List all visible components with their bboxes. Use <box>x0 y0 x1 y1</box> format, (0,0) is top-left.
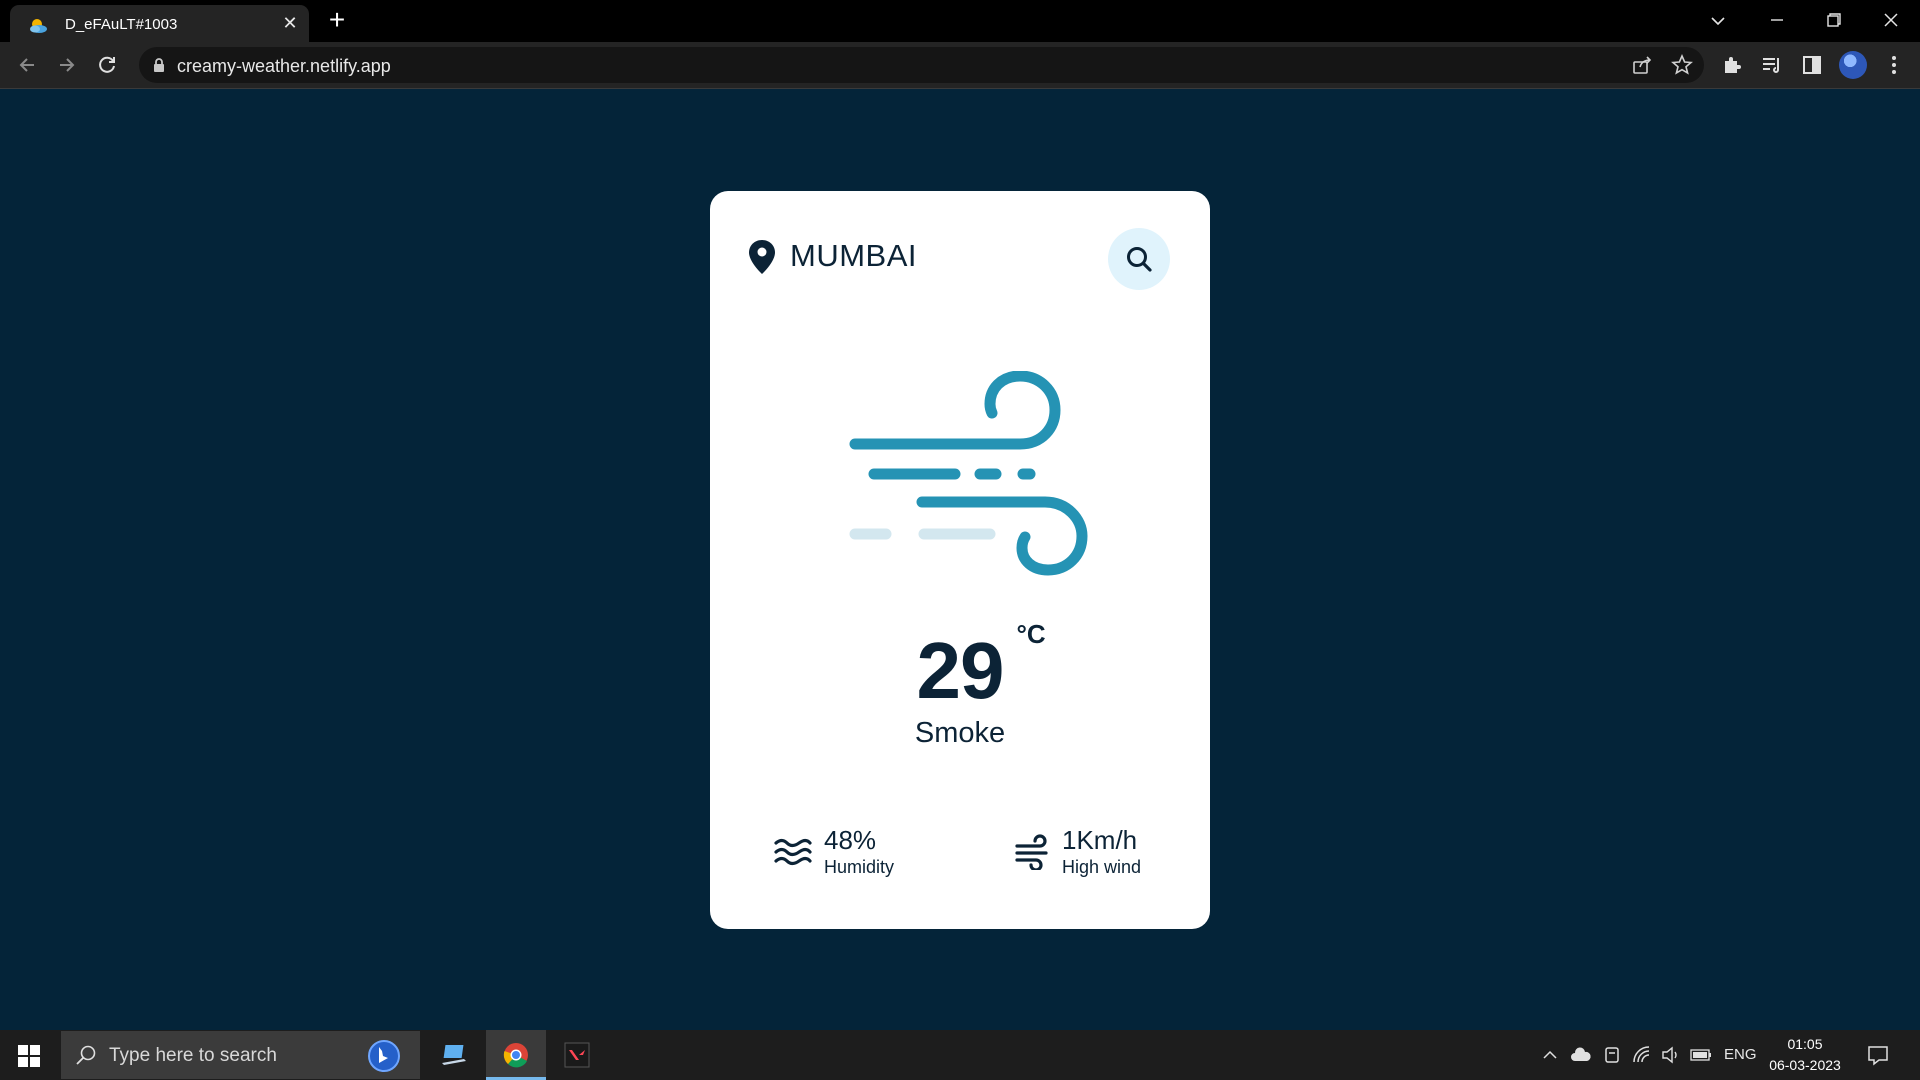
wind-value: 1Km/h <box>1062 825 1138 855</box>
side-panel-icon[interactable] <box>1800 53 1824 77</box>
laptop-app-icon <box>442 1045 466 1065</box>
more-menu-icon[interactable] <box>1882 53 1906 77</box>
restore-icon[interactable] <box>1813 6 1853 36</box>
humidity-icon <box>774 838 812 866</box>
tab-close-icon[interactable]: ✕ <box>280 13 300 33</box>
avatar[interactable] <box>1839 51 1867 79</box>
clock-date: 06-03-2023 <box>1769 1057 1841 1073</box>
taskbar-search-placeholder: Type here to search <box>109 1045 277 1066</box>
search-icon <box>76 1045 96 1065</box>
search-button[interactable] <box>1108 228 1170 290</box>
wind-label: High wind <box>1062 857 1142 877</box>
location-pin-icon <box>749 240 775 274</box>
reading-list-icon[interactable] <box>1760 53 1784 77</box>
lock-icon[interactable] <box>153 57 165 73</box>
cloud-icon[interactable] <box>1570 1046 1592 1064</box>
wifi-icon[interactable] <box>1632 1045 1652 1065</box>
url-text: creamy-weather.netlify.app <box>177 56 391 76</box>
address-bar[interactable]: creamy-weather.netlify.app <box>139 47 1704 83</box>
browser-toolbar: creamy-weather.netlify.app <box>0 42 1920 89</box>
taskbar-app-valorant[interactable] <box>548 1030 608 1080</box>
minimize-icon[interactable] <box>1757 6 1797 36</box>
windows-taskbar: Type here to search ENG 01:05 06-03-2023 <box>0 1030 1920 1080</box>
search-icon <box>1127 247 1152 272</box>
humidity-label: Humidity <box>824 857 895 877</box>
battery-icon[interactable] <box>1690 1048 1712 1062</box>
notification-icon[interactable] <box>1867 1044 1889 1066</box>
new-tab-button[interactable]: + <box>324 6 350 34</box>
extensions-icon[interactable] <box>1720 53 1744 77</box>
wind-illustration <box>849 371 1088 576</box>
close-window-icon[interactable] <box>1871 6 1911 36</box>
taskbar-app-explorer[interactable] <box>424 1030 484 1080</box>
favicon-icon <box>30 19 47 33</box>
weather-condition: Smoke <box>914 717 1006 749</box>
chevron-up-icon[interactable] <box>1542 1047 1558 1063</box>
share-icon[interactable] <box>1631 54 1653 76</box>
tab-title: D_eFAuLT#1003 <box>65 16 178 33</box>
temperature-unit: °C <box>1016 619 1046 649</box>
system-clock[interactable]: 01:05 06-03-2023 <box>1750 1034 1860 1076</box>
device-icon[interactable] <box>1603 1045 1621 1065</box>
weather-card: MUMBAI 29 °C Smoke 48% Humidity 1Km/h Hi… <box>710 191 1210 929</box>
browser-tab[interactable]: D_eFAuLT#1003 ✕ <box>10 5 309 42</box>
clock-time: 01:05 <box>1787 1036 1823 1052</box>
bing-icon[interactable] <box>367 1039 401 1073</box>
star-icon[interactable] <box>1671 54 1693 76</box>
tab-search-icon[interactable] <box>1698 6 1738 36</box>
temperature-display: 29 °C <box>710 619 1210 717</box>
taskbar-app-chrome[interactable] <box>486 1030 546 1080</box>
humidity-value: 48% <box>824 825 877 855</box>
browser-tab-bar: D_eFAuLT#1003 ✕ + <box>0 0 1920 42</box>
volume-icon[interactable] <box>1660 1045 1680 1065</box>
chrome-icon <box>503 1043 528 1068</box>
taskbar-search-box[interactable]: Type here to search <box>61 1031 420 1079</box>
reload-icon[interactable] <box>92 50 122 80</box>
temperature-value: 29 <box>916 626 1005 715</box>
back-arrow-icon[interactable] <box>12 50 42 80</box>
forward-arrow-icon[interactable] <box>52 50 82 80</box>
valorant-icon <box>564 1042 590 1068</box>
wind-icon <box>1015 834 1048 870</box>
windows-start-icon[interactable] <box>18 1045 40 1067</box>
city-name: MUMBAI <box>790 238 917 273</box>
